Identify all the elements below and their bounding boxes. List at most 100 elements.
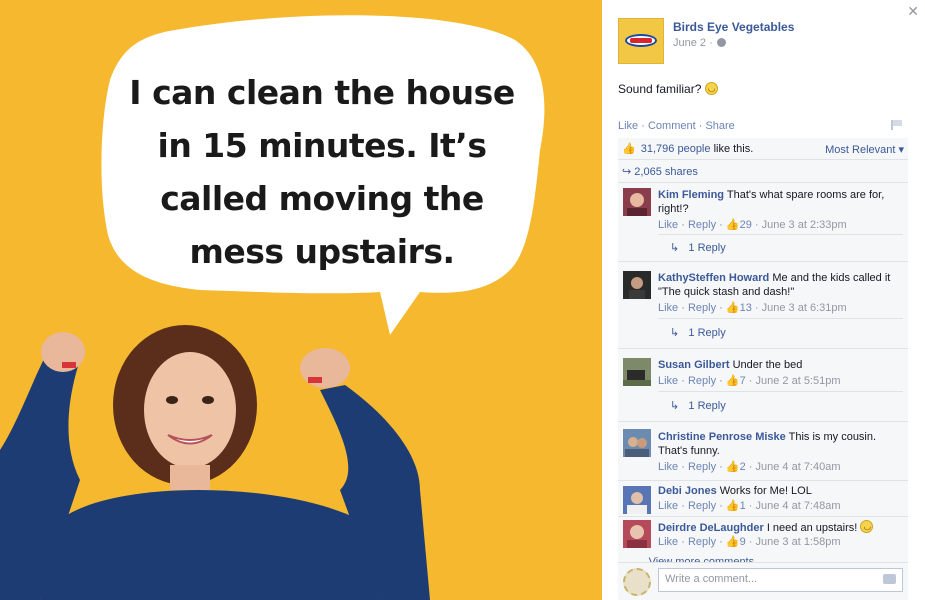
likes-summary: 👍 31,796 people like this. Most Relevant… <box>618 138 908 160</box>
commenter-avatar[interactable] <box>623 188 651 216</box>
likes-suffix: like this. <box>713 143 754 155</box>
reply-arrow-icon: ↳ <box>670 400 680 412</box>
divider <box>658 391 903 392</box>
divider <box>658 318 903 319</box>
share-arrow-icon: ↪ <box>622 166 632 178</box>
likes-count-link[interactable]: 31,796 people <box>641 143 711 155</box>
comment-like-link[interactable]: Like <box>658 536 678 548</box>
bubble-caption: I can clean the house in 15 minutes. It’… <box>128 66 516 278</box>
reply-arrow-icon: ↳ <box>670 242 680 254</box>
comment-meta: Like · Reply · 👍2 · June 4 at 7:40am <box>658 461 841 473</box>
comment-like-count[interactable]: 29 <box>740 219 752 231</box>
view-replies-link[interactable]: ↳ 1 Reply <box>670 326 726 339</box>
post-sidebar: ✕ Birds Eye Vegetables June 2 · Sound fa… <box>602 0 925 600</box>
post-date[interactable]: June 2 · <box>673 37 713 49</box>
comment-body: Debi Jones Works for Me! LOL <box>658 484 903 498</box>
status-text: Sound familiar? <box>618 82 702 96</box>
comment-like-count[interactable]: 9 <box>740 536 746 548</box>
comment-item: Christine Penrose Miske This is my cousi… <box>618 423 908 481</box>
comment-text: Under the bed <box>732 359 803 371</box>
commenter-name[interactable]: Christine Penrose Miske <box>658 431 786 443</box>
woman-flexing-illustration <box>0 325 430 600</box>
commenter-name[interactable]: KathySteffen Howard <box>658 272 769 284</box>
globe-icon <box>716 38 726 47</box>
comment-like-count[interactable]: 13 <box>740 302 752 314</box>
commenter-avatar[interactable] <box>623 520 651 548</box>
flag-icon[interactable] <box>891 120 903 130</box>
commenter-name[interactable]: Deirdre DeLaughder <box>658 522 764 534</box>
comment-input[interactable]: Write a comment... <box>658 568 903 592</box>
commenter-avatar[interactable] <box>623 271 651 299</box>
view-replies-link[interactable]: ↳ 1 Reply <box>670 241 726 254</box>
comment-like-count[interactable]: 2 <box>740 461 746 473</box>
comment-reply-link[interactable]: Reply <box>688 500 716 512</box>
comment-text: I need an upstairs! <box>766 522 858 534</box>
comment-meta: Like · Reply · 👍9 · June 3 at 1:58pm <box>658 536 841 548</box>
commenter-name[interactable]: Kim Fleming <box>658 189 724 201</box>
like-link[interactable]: Like <box>618 120 638 132</box>
comment-reply-link[interactable]: Reply <box>688 219 716 231</box>
comment-time[interactable]: June 4 at 7:48am <box>756 500 841 512</box>
comment-time[interactable]: June 3 at 1:58pm <box>756 536 841 548</box>
camera-icon[interactable] <box>883 574 896 584</box>
caption-line: called moving the <box>160 179 484 218</box>
comment-item: Kim Fleming That's what spare rooms are … <box>618 184 908 262</box>
caption-line: I can clean the house <box>129 73 515 112</box>
comment-time[interactable]: June 3 at 6:31pm <box>762 302 847 314</box>
shares-summary[interactable]: ↪ 2,065 shares <box>618 161 908 183</box>
comment-reply-link[interactable]: Reply <box>688 375 716 387</box>
most-relevant-dropdown[interactable]: Most Relevant ▾ <box>825 143 904 156</box>
commenter-avatar[interactable] <box>623 358 651 386</box>
commenter-name[interactable]: Debi Jones <box>658 485 717 497</box>
comment-like-link[interactable]: Like <box>658 375 678 387</box>
comment-like-link[interactable]: Like <box>658 500 678 512</box>
comment-meta: Like · Reply · 👍13 · June 3 at 6:31pm <box>658 302 847 314</box>
post-actions: Like · Comment · Share <box>618 120 735 132</box>
comment-reply-link[interactable]: Reply <box>688 536 716 548</box>
comment-body: Kim Fleming That's what spare rooms are … <box>658 188 903 216</box>
comment-meta: Like · Reply · 👍29 · June 3 at 2:33pm <box>658 219 847 231</box>
commenter-name[interactable]: Susan Gilbert <box>658 359 730 371</box>
reply-arrow-icon: ↳ <box>670 327 680 339</box>
commenter-avatar[interactable] <box>623 429 651 457</box>
comment-item: KathySteffen Howard Me and the kids call… <box>618 263 908 349</box>
comment-like-count[interactable]: 1 <box>740 500 746 512</box>
comment-body: Christine Penrose Miske This is my cousi… <box>658 430 903 458</box>
comment-time[interactable]: June 3 at 2:33pm <box>762 219 847 231</box>
reply-count[interactable]: 1 Reply <box>688 242 725 254</box>
comment-like-count[interactable]: 7 <box>740 375 746 387</box>
reply-count[interactable]: 1 Reply <box>688 327 725 339</box>
comment-body: KathySteffen Howard Me and the kids call… <box>658 271 903 299</box>
post-timestamp[interactable]: June 2 · <box>673 37 726 49</box>
page-name-link[interactable]: Birds Eye Vegetables <box>673 20 794 34</box>
thumbs-up-icon: 👍 <box>725 461 740 473</box>
comment-like-link[interactable]: Like <box>658 219 678 231</box>
comment-body: Deirdre DeLaughder I need an upstairs! <box>658 520 903 535</box>
post-photo[interactable]: I can clean the house in 15 minutes. It’… <box>0 0 602 600</box>
thumbs-up-icon: 👍 <box>725 536 740 548</box>
comment-time[interactable]: June 4 at 7:40am <box>756 461 841 473</box>
comment-reply-link[interactable]: Reply <box>688 302 716 314</box>
thumbs-up-icon: 👍 <box>725 302 740 314</box>
comment-item: Deirdre DeLaughder I need an upstairs! L… <box>618 518 908 556</box>
reply-count[interactable]: 1 Reply <box>688 400 725 412</box>
share-link[interactable]: Share <box>705 120 734 132</box>
post-status: Sound familiar? <box>618 82 718 96</box>
divider <box>658 234 903 235</box>
comment-reply-link[interactable]: Reply <box>688 461 716 473</box>
view-replies-link[interactable]: ↳ 1 Reply <box>670 399 726 412</box>
comment-link[interactable]: Comment <box>648 120 696 132</box>
caption-line: mess upstairs. <box>189 232 455 271</box>
comment-time[interactable]: June 2 at 5:51pm <box>756 375 841 387</box>
thumbs-up-icon: 👍 <box>725 219 740 231</box>
thumbs-up-icon: 👍 <box>622 143 636 155</box>
close-icon[interactable]: ✕ <box>907 3 919 20</box>
comment-like-link[interactable]: Like <box>658 302 678 314</box>
comment-text: Works for Me! LOL <box>719 485 812 497</box>
birds-eye-logo-icon <box>625 34 657 47</box>
comment-like-link[interactable]: Like <box>658 461 678 473</box>
smiley-emoji-icon <box>860 520 874 533</box>
page-avatar[interactable] <box>618 18 664 64</box>
shares-count[interactable]: 2,065 shares <box>634 166 698 178</box>
commenter-avatar[interactable] <box>623 486 651 514</box>
